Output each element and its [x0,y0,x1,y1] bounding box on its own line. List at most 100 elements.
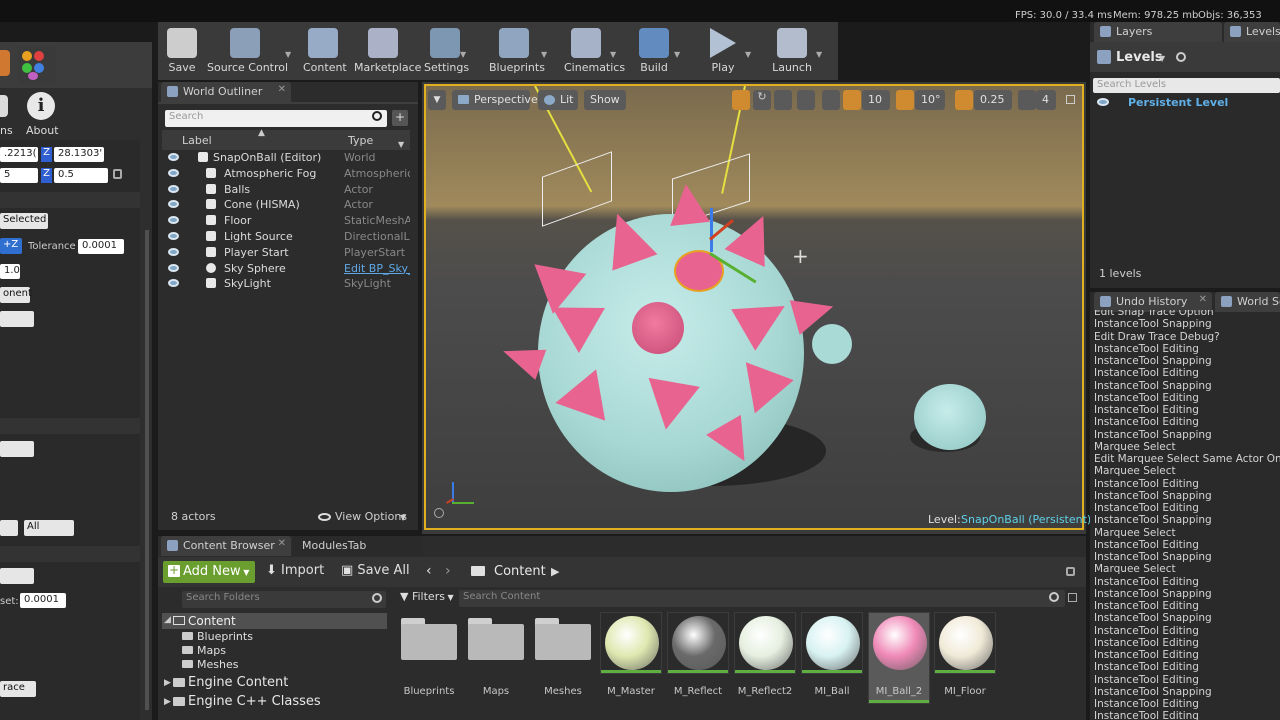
foliage-icon[interactable] [18,46,56,84]
tab-content-browser[interactable]: Content Browser ✕ [161,536,291,556]
history-item[interactable]: InstanceTool Editing [1094,661,1199,673]
scale-icon[interactable] [774,90,792,110]
filters-button[interactable]: ▼ Filters ▼ [400,590,454,603]
visibility-eye-icon[interactable] [168,232,179,240]
tree-blueprints[interactable]: Blueprints [197,630,253,643]
cb-options-icon[interactable] [1068,593,1077,602]
outliner-row[interactable]: Balls Actor [162,182,410,198]
tab-undo-history[interactable]: Undo History ✕ [1094,292,1212,312]
history-item[interactable]: InstanceTool Snapping [1094,380,1212,392]
asset-label[interactable]: MI_Ball [801,686,863,697]
folder-asset[interactable] [535,618,591,660]
row-type[interactable]: Edit BP_Sky_ [344,262,410,275]
folder-asset[interactable] [468,618,524,660]
history-item[interactable]: InstanceTool Editing [1094,404,1199,416]
history-item[interactable]: InstanceTool Editing [1094,367,1199,379]
scale-snap-icon[interactable] [955,90,973,110]
asset-label[interactable]: M_Reflect [667,686,729,697]
history-item[interactable]: InstanceTool Editing [1094,674,1199,686]
folder-label[interactable]: Maps [465,686,527,697]
history-item[interactable]: InstanceTool Snapping [1094,686,1212,698]
history-item[interactable]: InstanceTool Snapping [1094,429,1212,441]
component-button[interactable]: onent [0,287,32,303]
history-item[interactable]: Edit Snap Trace Option [1094,310,1214,318]
tolerance-field[interactable]: 0.0001 [78,239,124,254]
blueprints-button[interactable]: Blueprints [489,26,545,78]
history-item[interactable]: InstanceTool Editing [1094,625,1199,637]
outliner-search-input[interactable]: Search [165,110,387,127]
history-item[interactable]: InstanceTool Editing [1094,698,1199,710]
dropdown-arrow-icon[interactable]: ▼ [745,50,751,59]
rotation-x-field[interactable]: .2213( [0,147,38,162]
tab-layers[interactable]: Layers [1094,22,1222,42]
outliner-row[interactable]: Cone (HISMA) Actor [162,197,410,213]
path-content[interactable]: Content [494,564,546,579]
history-item[interactable]: InstanceTool Editing [1094,710,1199,720]
all-button[interactable]: All [24,520,74,536]
close-icon[interactable]: ✕ [278,538,286,549]
visibility-eye-icon[interactable] [168,153,179,161]
history-item[interactable]: InstanceTool Editing [1094,416,1199,428]
option-dropdown[interactable] [0,441,34,457]
history-item[interactable]: Marquee Select [1094,563,1176,575]
dropdown-arrow-icon[interactable]: ▼ [610,50,616,59]
tree-maps[interactable]: Maps [197,644,226,657]
asset-label[interactable]: MI_Ball_2 [868,686,930,697]
asset-label[interactable]: M_Reflect2 [734,686,796,697]
asset-label[interactable]: M_Master [600,686,662,697]
history-item[interactable]: InstanceTool Snapping [1094,612,1212,624]
launch-button[interactable]: Launch [770,26,814,78]
grid-snap-icon[interactable] [843,90,861,110]
tab-world-outliner[interactable]: World Outliner ✕ [161,82,291,102]
save-button[interactable]: Save [167,26,197,78]
play-button[interactable]: Play [703,26,743,78]
world-icon[interactable] [797,90,815,110]
folder-asset[interactable] [401,618,457,660]
history-item[interactable]: InstanceTool Snapping [1094,490,1212,502]
lit-button[interactable]: Lit [538,90,578,110]
material-asset[interactable] [934,612,996,674]
outliner-row[interactable]: SkyLight SkyLight [162,276,410,292]
outliner-row[interactable]: Sky Sphere Edit BP_Sky_ [162,261,410,277]
levels-search-icon[interactable] [1176,52,1186,62]
tab-levels[interactable]: Levels [1224,22,1280,42]
levels-search-input[interactable]: Search Levels [1093,78,1280,93]
selected-dropdown[interactable]: Selected [0,213,48,229]
gizmo-z-axis[interactable] [710,208,713,252]
dropdown-arrow-icon[interactable]: ▼ [816,50,822,59]
rotation-snap-icon[interactable] [896,90,914,110]
option-dropdown-2[interactable] [0,568,34,584]
material-asset[interactable] [667,612,729,674]
close-icon[interactable]: ✕ [1199,294,1207,305]
history-item[interactable]: InstanceTool Editing [1094,600,1199,612]
history-item[interactable]: InstanceTool Editing [1094,539,1199,551]
forward-icon[interactable]: › [445,563,451,579]
viewport-menu-button[interactable]: ▼ [428,90,446,110]
plus-z-button[interactable]: +Z [0,238,22,254]
visibility-eye-icon[interactable] [168,247,179,256]
outliner-row[interactable]: Atmospheric Fog AtmosphericF [162,166,410,182]
visibility-eye-icon[interactable] [168,279,179,288]
history-item[interactable]: Marquee Select [1094,441,1176,453]
cpp-expand-icon[interactable]: ▶ [164,697,171,707]
material-asset[interactable] [801,612,863,674]
material-asset[interactable] [734,612,796,674]
tab-modules[interactable]: ModulesTab [293,536,423,556]
history-item[interactable]: InstanceTool Snapping [1094,318,1212,330]
surface-snap-icon[interactable] [822,90,840,110]
history-item[interactable]: InstanceTool Editing [1094,502,1199,514]
history-item[interactable]: Marquee Select [1094,465,1176,477]
cb-lock-icon[interactable] [1066,567,1075,576]
close-icon[interactable]: ✕ [278,84,286,95]
maximize-icon[interactable] [1066,95,1075,104]
history-item[interactable]: InstanceTool Editing [1094,649,1199,661]
lock-icon[interactable] [113,169,122,179]
mode-dropdown[interactable] [0,311,34,327]
dropdown-arrow-icon[interactable]: ▼ [285,50,291,59]
engine-expand-icon[interactable]: ▶ [164,678,171,688]
source-control-button[interactable]: Source Control [207,26,288,78]
translate-icon[interactable] [732,90,750,110]
asset-label[interactable]: MI_Floor [934,686,996,697]
visibility-eye-icon[interactable] [168,216,179,225]
history-item[interactable]: Marquee Select [1094,527,1176,539]
